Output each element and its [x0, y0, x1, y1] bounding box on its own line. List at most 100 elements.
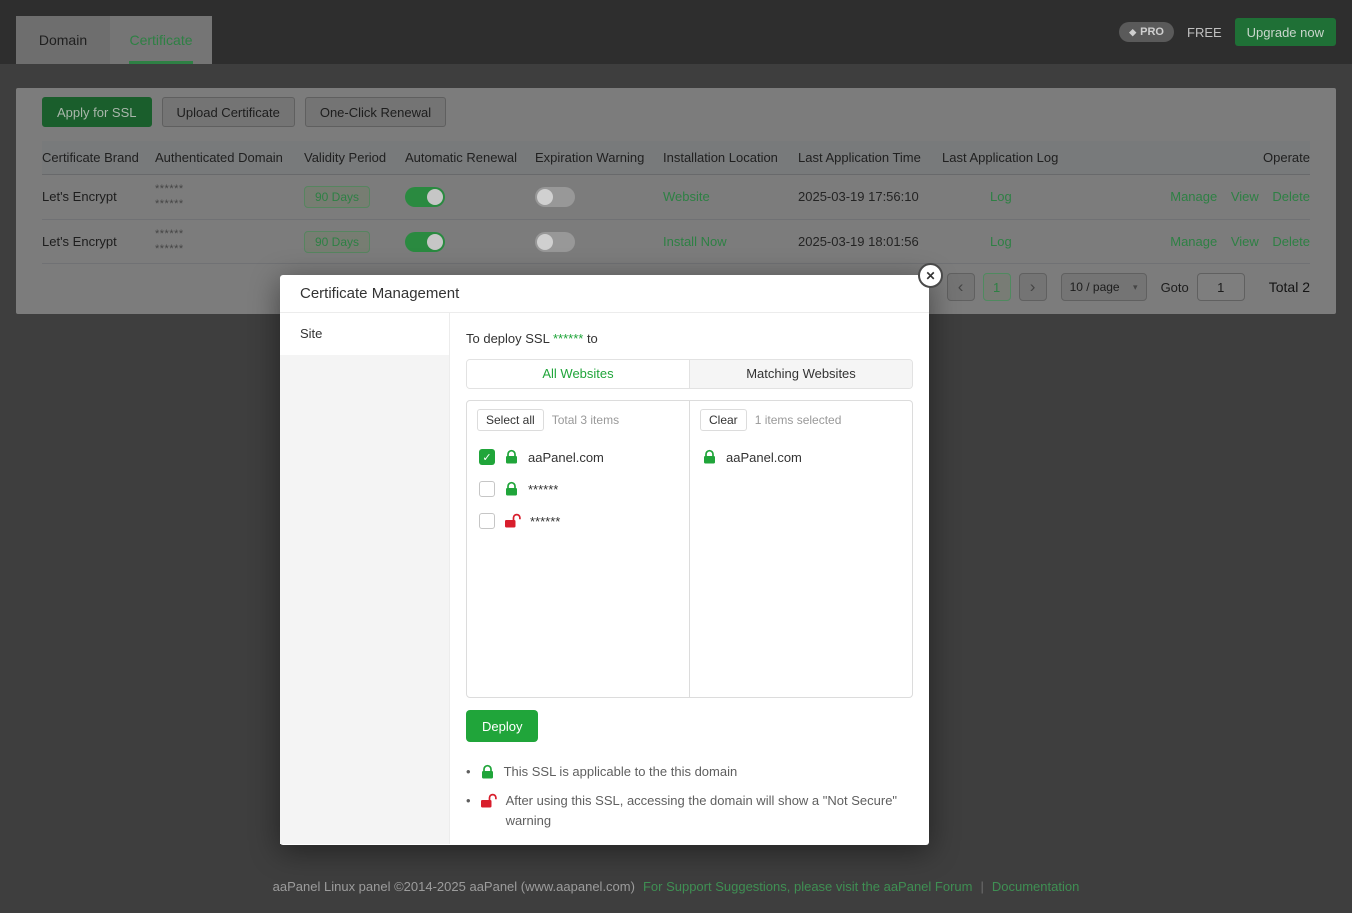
pagination: ‹ 1 › 10 / page ▾ Goto Total 2: [947, 273, 1310, 301]
col-last-application-time: Last Application Time: [798, 141, 942, 175]
page-size-value: 10 / page: [1070, 280, 1120, 294]
tab-certificate[interactable]: Certificate: [110, 16, 212, 64]
delete-link[interactable]: Delete: [1272, 234, 1310, 249]
active-tab-indicator: [129, 61, 193, 64]
note-text: After using this SSL, accessing the doma…: [506, 791, 904, 831]
toggle-knob: [537, 189, 553, 205]
table-header-row: Certificate Brand Authenticated Domain V…: [42, 141, 1310, 175]
apply-for-ssl-button[interactable]: Apply for SSL: [42, 97, 152, 127]
unlock-icon: [504, 513, 521, 529]
lock-icon: [504, 449, 519, 465]
tab-matching-websites[interactable]: Matching Websites: [689, 360, 912, 388]
view-link[interactable]: View: [1231, 189, 1259, 204]
lock-icon: [702, 449, 717, 465]
expiration-warning-toggle[interactable]: [535, 232, 575, 252]
website-label: ******: [528, 482, 558, 497]
deploy-ssl-text: To deploy SSL ****** to: [466, 331, 913, 346]
clear-button[interactable]: Clear: [700, 409, 747, 431]
website-option[interactable]: ✓ aaPanel.com: [479, 441, 677, 473]
validity-badge: 90 Days: [304, 186, 370, 208]
page-1-button[interactable]: 1: [983, 273, 1011, 301]
website-option[interactable]: ******: [479, 473, 677, 505]
log-cell: Log: [942, 175, 1160, 220]
page-size-select[interactable]: 10 / page ▾: [1061, 273, 1147, 301]
domain-cell: ****** ******: [155, 175, 304, 220]
selected-count-label: 1 items selected: [755, 413, 842, 427]
installation-link[interactable]: Website: [663, 189, 710, 204]
col-authenticated-domain: Authenticated Domain: [155, 141, 304, 175]
deploy-button[interactable]: Deploy: [466, 710, 538, 742]
expiration-warning-toggle[interactable]: [535, 187, 575, 207]
manage-link[interactable]: Manage: [1170, 189, 1217, 204]
table-row: Let's Encrypt ****** ****** 90 Days Webs…: [42, 175, 1310, 220]
log-link[interactable]: Log: [990, 234, 1012, 249]
website-transfer: Select all Total 3 items ✓ aaPanel.com: [466, 400, 913, 698]
masked-domain: ******: [155, 182, 304, 197]
total-count: Total 2: [1269, 279, 1310, 295]
masked-domain: ******: [155, 242, 304, 257]
modal-body: Site To deploy SSL ****** to All Website…: [280, 313, 929, 844]
goto-label: Goto: [1161, 280, 1189, 295]
forum-link[interactable]: For Support Suggestions, please visit th…: [643, 879, 973, 894]
sidebar-item-site[interactable]: Site: [280, 313, 449, 355]
available-websites-list: ✓ aaPanel.com: [467, 439, 689, 539]
website-label: aaPanel.com: [528, 450, 604, 465]
validity-cell: 90 Days: [304, 219, 405, 264]
select-all-button[interactable]: Select all: [477, 409, 544, 431]
col-last-application-log: Last Application Log: [942, 141, 1160, 175]
install-now-link[interactable]: Install Now: [663, 234, 727, 249]
close-icon[interactable]: ✕: [918, 263, 943, 288]
view-link[interactable]: View: [1231, 234, 1259, 249]
selected-website[interactable]: aaPanel.com: [702, 441, 900, 473]
free-plan-label: FREE: [1187, 25, 1222, 40]
checkbox-unchecked[interactable]: [479, 481, 495, 497]
modal-header: Certificate Management: [280, 275, 929, 313]
tab-domain[interactable]: Domain: [16, 16, 110, 64]
checkbox-unchecked[interactable]: [479, 513, 495, 529]
auto-renewal-toggle[interactable]: [405, 187, 445, 207]
available-panel-header: Select all Total 3 items: [467, 401, 689, 439]
toggle-knob: [427, 234, 443, 250]
brand-cell: Let's Encrypt: [42, 175, 155, 220]
col-validity-period: Validity Period: [304, 141, 405, 175]
tab-all-websites[interactable]: All Websites: [467, 360, 689, 388]
ssl-domain: ******: [553, 331, 583, 346]
validity-cell: 90 Days: [304, 175, 405, 220]
col-certificate-brand: Certificate Brand: [42, 141, 155, 175]
documentation-link[interactable]: Documentation: [992, 879, 1079, 894]
goto-page-input[interactable]: [1197, 273, 1245, 301]
deploy-text-suffix: to: [583, 331, 597, 346]
next-page-button[interactable]: ›: [1019, 273, 1047, 301]
website-option[interactable]: ******: [479, 505, 677, 537]
certificate-management-modal: ✕ Certificate Management Site To deploy …: [280, 275, 929, 845]
auto-renewal-cell: [405, 175, 535, 220]
log-link[interactable]: Log: [990, 189, 1012, 204]
bullet-icon: •: [466, 791, 471, 811]
operate-cell: Manage View Delete: [1160, 219, 1310, 264]
footer-divider: |: [980, 879, 983, 894]
website-label: ******: [530, 514, 560, 529]
note-not-secure: • After using this SSL, accessing the do…: [466, 791, 913, 831]
col-installation-location: Installation Location: [663, 141, 798, 175]
diamond-icon: ◆: [1129, 28, 1136, 37]
modal-sidebar: Site: [280, 313, 450, 844]
toggle-knob: [427, 189, 443, 205]
prev-page-button[interactable]: ‹: [947, 273, 975, 301]
manage-link[interactable]: Manage: [1170, 234, 1217, 249]
copyright-text: aaPanel Linux panel ©2014-2025 aaPanel (…: [273, 879, 635, 894]
ssl-notes: • This SSL is applicable to the this dom…: [466, 762, 913, 831]
certificate-toolbar: Apply for SSL Upload Certificate One-Cli…: [42, 97, 1310, 127]
checkbox-checked[interactable]: ✓: [479, 449, 495, 465]
unlock-icon: [480, 793, 497, 809]
lock-icon: [504, 481, 519, 497]
website-filter-tabs: All Websites Matching Websites: [466, 359, 913, 389]
auto-renewal-toggle[interactable]: [405, 232, 445, 252]
last-application-time-cell: 2025-03-19 17:56:10: [798, 175, 942, 220]
upload-certificate-button[interactable]: Upload Certificate: [162, 97, 295, 127]
toggle-knob: [537, 234, 553, 250]
delete-link[interactable]: Delete: [1272, 189, 1310, 204]
one-click-renewal-button[interactable]: One-Click Renewal: [305, 97, 446, 127]
upgrade-now-button[interactable]: Upgrade now: [1235, 18, 1336, 46]
note-text: This SSL is applicable to the this domai…: [504, 762, 738, 782]
website-label: aaPanel.com: [726, 450, 802, 465]
